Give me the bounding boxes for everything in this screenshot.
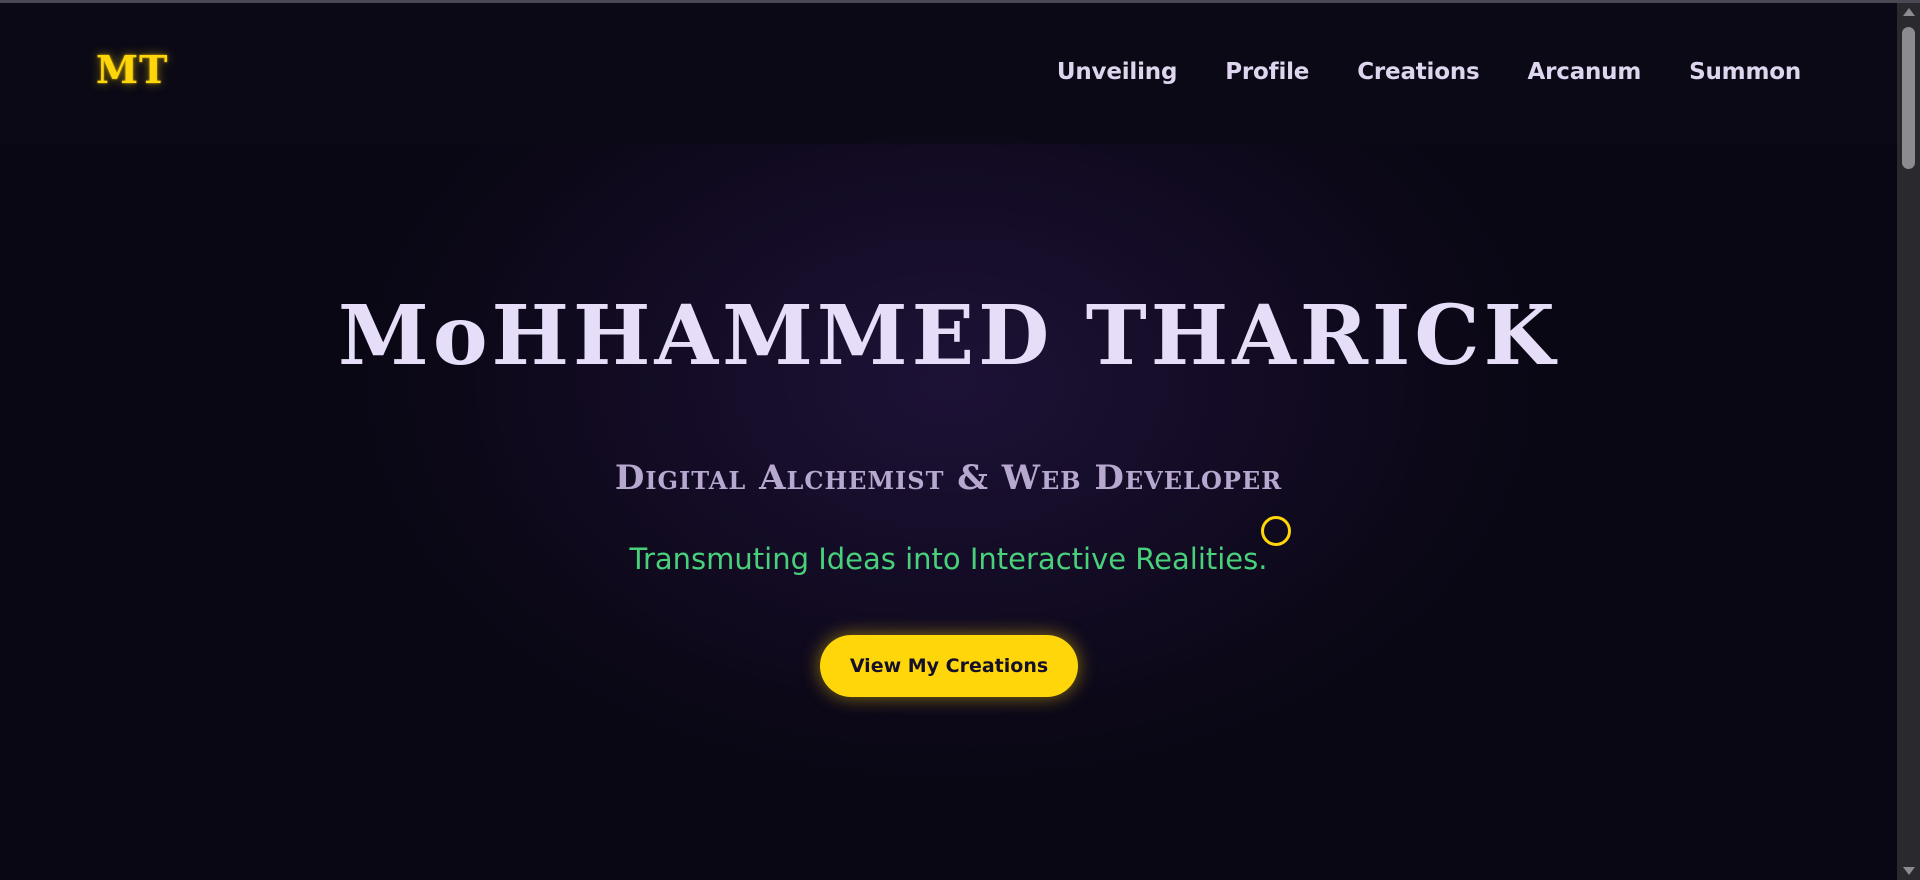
vertical-scrollbar[interactable] [1897,3,1920,880]
main-nav: Unveiling Profile Creations Arcanum Summ… [1057,59,1801,85]
site-header: MT Unveiling Profile Creations Arcanum S… [0,3,1897,144]
scroll-down-arrow-icon[interactable] [1903,867,1915,875]
view-creations-button[interactable]: View My Creations [820,635,1078,697]
nav-link-summon[interactable]: Summon [1689,59,1801,85]
nav-link-creations[interactable]: Creations [1357,59,1479,85]
nav-link-arcanum[interactable]: Arcanum [1528,59,1642,85]
cursor-ring-icon [1261,516,1291,546]
hero-subtitle: Digital Alchemist & Web Developer [614,458,1283,498]
hero-tagline: Transmuting Ideas into Interactive Reali… [629,542,1268,576]
scroll-thumb[interactable] [1902,27,1915,169]
site-logo[interactable]: MT [96,47,168,92]
scroll-up-arrow-icon[interactable] [1903,8,1915,16]
nav-link-profile[interactable]: Profile [1225,59,1309,85]
page: MT Unveiling Profile Creations Arcanum S… [0,3,1897,880]
hero-title: MoHHAMMED THARICK [338,288,1559,384]
nav-link-unveiling[interactable]: Unveiling [1057,59,1178,85]
